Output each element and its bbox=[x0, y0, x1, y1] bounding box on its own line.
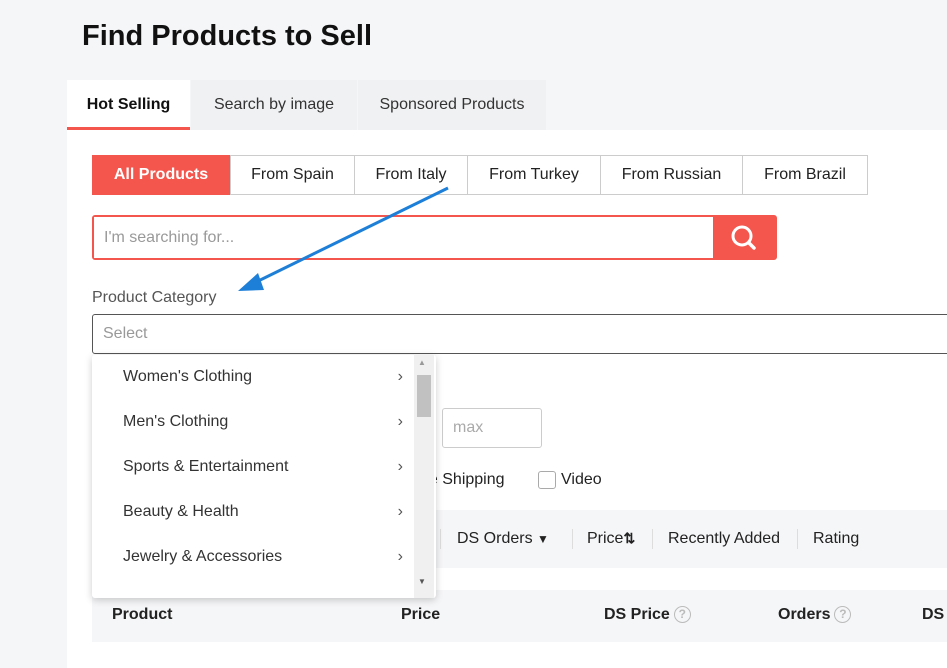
filter-from-spain[interactable]: From Spain bbox=[230, 155, 355, 195]
category-option[interactable]: Sports & Entertainment › bbox=[123, 458, 403, 476]
search-input[interactable] bbox=[94, 217, 694, 258]
help-icon[interactable]: ? bbox=[673, 606, 691, 624]
category-option[interactable]: Beauty & Health › bbox=[123, 503, 403, 521]
tab-hot-selling[interactable]: Hot Selling bbox=[67, 80, 190, 130]
chevron-right-icon: › bbox=[397, 413, 403, 430]
chevron-right-icon: › bbox=[397, 503, 403, 520]
category-option[interactable]: Women's Clothing › bbox=[123, 368, 403, 386]
search-button[interactable] bbox=[713, 217, 775, 258]
product-category-select[interactable]: Select bbox=[92, 314, 947, 354]
filter-all-products[interactable]: All Products bbox=[92, 155, 230, 195]
video-checkbox[interactable] bbox=[538, 471, 556, 489]
tab-search-by-image[interactable]: Search by image bbox=[191, 80, 357, 130]
chevron-right-icon: › bbox=[397, 458, 403, 475]
search-bar bbox=[92, 215, 777, 260]
sort-price-label: Price bbox=[587, 530, 624, 547]
sort-ds-orders-label: DS Orders bbox=[457, 530, 533, 547]
page-title: Find Products to Sell bbox=[82, 20, 373, 52]
sort-arrows-icon: ⇅ bbox=[623, 530, 636, 546]
category-option[interactable]: Jewelry & Accessories › bbox=[123, 548, 403, 566]
scroll-up-icon[interactable]: ▲ bbox=[418, 358, 426, 367]
search-icon bbox=[731, 225, 756, 250]
category-option[interactable]: Men's Clothing › bbox=[123, 413, 403, 431]
product-category-label: Product Category bbox=[92, 289, 217, 306]
filter-from-italy[interactable]: From Italy bbox=[354, 155, 468, 195]
scrollbar-thumb[interactable] bbox=[417, 375, 431, 417]
th-price: Price bbox=[401, 606, 441, 623]
th-ds-price: DS Price? bbox=[604, 606, 691, 624]
th-ds: DS bbox=[922, 606, 945, 623]
dropdown-scrollbar[interactable]: ▲ ▼ bbox=[414, 355, 434, 598]
sort-recently-added[interactable]: Recently Added bbox=[668, 530, 780, 548]
th-product: Product bbox=[112, 606, 173, 623]
sort-price[interactable]: Price⇅ bbox=[587, 530, 635, 548]
video-label[interactable]: Video bbox=[561, 471, 602, 489]
scroll-down-icon[interactable]: ▼ bbox=[418, 577, 426, 586]
chevron-right-icon: › bbox=[397, 368, 403, 385]
filter-from-turkey[interactable]: From Turkey bbox=[467, 155, 601, 195]
sort-ds-orders[interactable]: DS Orders ▼ bbox=[457, 530, 549, 548]
sort-rating[interactable]: Rating bbox=[813, 530, 859, 548]
filter-from-brazil[interactable]: From Brazil bbox=[742, 155, 868, 195]
category-dropdown: Women's Clothing › Men's Clothing › Sports… bbox=[92, 355, 436, 598]
tab-sponsored-products[interactable]: Sponsored Products bbox=[358, 80, 546, 130]
filter-from-russian[interactable]: From Russian bbox=[600, 155, 743, 195]
chevron-right-icon: › bbox=[397, 548, 403, 565]
caret-down-icon: ▼ bbox=[537, 532, 549, 546]
help-icon[interactable]: ? bbox=[834, 606, 852, 624]
price-max-input[interactable]: max bbox=[442, 408, 542, 448]
th-orders: Orders? bbox=[778, 606, 852, 624]
